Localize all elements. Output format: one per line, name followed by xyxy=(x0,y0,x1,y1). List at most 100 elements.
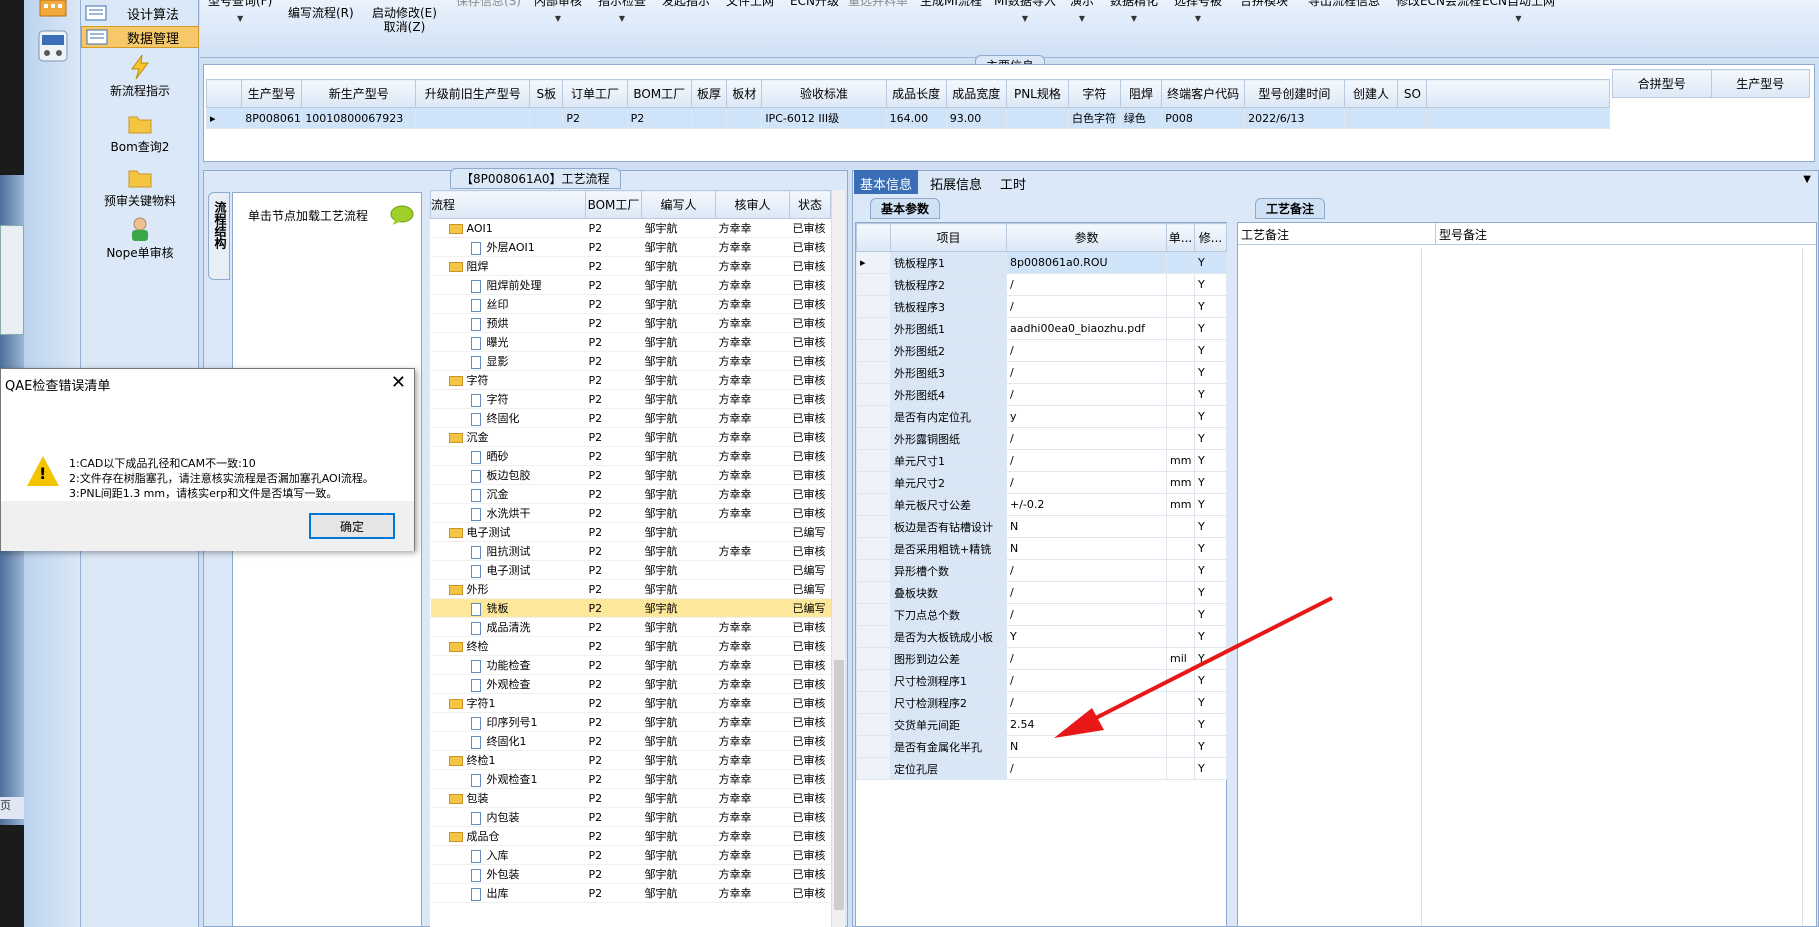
flow-row[interactable]: 预烘 P2 邹宇航 方幸幸 已审核 xyxy=(430,313,831,333)
param-row[interactable]: 是否采用粗铣+精铣 N Y xyxy=(856,537,1227,560)
flow-row[interactable]: 成品清洗 P2 邹宇航 方幸幸 已审核 xyxy=(430,617,831,637)
toolbar-send-instruction[interactable]: 发起指示 xyxy=(662,0,710,8)
folder-icon xyxy=(448,585,463,595)
nav-nope-review[interactable]: Nope单审核 xyxy=(81,216,199,261)
notes-scrollbar-left[interactable] xyxy=(1421,249,1435,926)
flow-row[interactable]: 阻焊 P2 邹宇航 方幸幸 已审核 xyxy=(430,256,831,276)
tab-worktime[interactable]: 工时 xyxy=(994,170,1032,194)
flow-row[interactable]: 阻焊前处理 P2 邹宇航 方幸幸 已审核 xyxy=(430,275,831,295)
tab-basic-info[interactable]: 基本信息 xyxy=(854,170,919,194)
chevron-down-icon[interactable]: ▼ xyxy=(1803,174,1811,185)
close-icon[interactable]: ✕ xyxy=(391,372,406,393)
toolbar-write-flow[interactable]: 编写流程(R) xyxy=(288,6,354,20)
param-row[interactable]: 外形露铜图纸 / Y xyxy=(856,427,1227,450)
flow-row[interactable]: 板边包胶 P2 邹宇航 方幸幸 已审核 xyxy=(430,465,831,485)
document-icon xyxy=(470,849,481,863)
flow-row[interactable]: 曝光 P2 邹宇航 方幸幸 已审核 xyxy=(430,332,831,352)
toolbar-demo[interactable]: 演示 ▼ xyxy=(1070,0,1094,26)
toolbar-save[interactable]: 保存信息(S) xyxy=(456,0,521,8)
flow-row[interactable]: 显影 P2 邹宇航 方幸幸 已审核 xyxy=(430,351,831,371)
param-row[interactable]: ▸ 铣板程序1 8p008061a0.ROU Y xyxy=(856,251,1227,274)
flow-row[interactable]: 外层AOI1 P2 邹宇航 方幸幸 已审核 xyxy=(430,237,831,257)
flow-row[interactable]: 水洗烘干 P2 邹宇航 方幸幸 已审核 xyxy=(430,503,831,523)
flow-row[interactable]: 印序列号1 P2 邹宇航 方幸幸 已审核 xyxy=(430,712,831,732)
toolbar-export-flow[interactable]: 导出流程信息 xyxy=(1308,0,1380,8)
desktop-window-button[interactable] xyxy=(0,225,24,335)
param-row[interactable]: 外形图纸4/Y xyxy=(856,383,1227,406)
param-row[interactable]: 是否有内定位孔 y Y xyxy=(856,405,1227,428)
toolbar-merge-module[interactable]: 合拼模块 xyxy=(1240,0,1288,8)
param-row[interactable]: 板边是否有钻槽设计 N Y xyxy=(856,515,1227,538)
param-row[interactable]: 外形图纸2/Y xyxy=(856,339,1227,362)
toolbar-reselect-bom[interactable]: 重选并料单 xyxy=(848,0,908,8)
flow-row[interactable]: 字符 P2 邹宇航 方幸幸 已审核 xyxy=(430,389,831,409)
flow-scrollbar[interactable] xyxy=(831,190,845,927)
toolbar-select-number[interactable]: 选择号被 ▼ xyxy=(1174,0,1222,26)
toolbar-modify-ecn[interactable]: 修改ECN会流程 xyxy=(1396,0,1481,8)
param-row[interactable]: 单元板尺寸公差 +/-0.2 mm Y xyxy=(856,493,1227,516)
flow-row[interactable]: 终检1 P2 邹宇航 方幸幸 已审核 xyxy=(430,750,831,770)
toolbar-start-modify[interactable]: 启动修改(E) 取消(Z) xyxy=(372,6,437,34)
flow-row[interactable]: 包装 P2 邹宇航 方幸幸 已审核 xyxy=(430,788,831,808)
flow-row[interactable]: 入库 P2 邹宇航 方幸幸 已审核 xyxy=(430,845,831,865)
param-row[interactable]: 外形图纸3/Y xyxy=(856,361,1227,384)
desktop-bottom-tab[interactable]: 页 xyxy=(0,797,24,819)
flow-row[interactable]: 终固化 P2 邹宇航 方幸幸 已审核 xyxy=(430,408,831,428)
flow-row[interactable]: 铣板 P2 邹宇航 已编写 xyxy=(430,598,831,618)
flow-row[interactable]: AOI1 P2 邹宇航 方幸幸 已审核 xyxy=(430,218,831,238)
calendar-icon[interactable] xyxy=(38,0,68,18)
flow-row[interactable]: 晒砂 P2 邹宇航 方幸幸 已审核 xyxy=(430,446,831,466)
device-icon[interactable] xyxy=(38,30,68,62)
document-icon xyxy=(470,716,481,730)
nav-data-mgmt[interactable]: 数据管理 xyxy=(81,26,199,48)
flow-row[interactable]: 电子测试 P2 邹宇航 已编写 xyxy=(430,522,831,542)
flow-row[interactable]: 字符 P2 邹宇航 方幸幸 已审核 xyxy=(430,370,831,390)
flow-row[interactable]: 出库 P2 邹宇航 方幸幸 已审核 xyxy=(430,883,831,903)
toolbar-ecn-auto-online[interactable]: ECN自动上网 ▼ xyxy=(1482,0,1555,26)
flow-row[interactable]: 阻抗测试 P2 邹宇航 方幸幸 已审核 xyxy=(430,541,831,561)
subtab-process-notes[interactable]: 工艺备注 xyxy=(1255,198,1326,219)
tab-extended-info[interactable]: 拓展信息 xyxy=(924,170,988,194)
ok-button[interactable]: 确定 xyxy=(309,513,395,539)
toolbar-file-online[interactable]: 文件上网 xyxy=(726,0,774,8)
flow-row[interactable]: 功能检查 P2 邹宇航 方幸幸 已审核 xyxy=(430,655,831,675)
list-icon xyxy=(85,5,107,21)
flow-row[interactable]: 沉金 P2 邹宇航 方幸幸 已审核 xyxy=(430,484,831,504)
notes-scrollbar-right[interactable] xyxy=(1802,249,1816,926)
flow-row[interactable]: 外包装 P2 邹宇航 方幸幸 已审核 xyxy=(430,864,831,884)
param-row[interactable]: 铣板程序3/Y xyxy=(856,295,1227,318)
toolbar-model-query[interactable]: 型号查询(F) ▼ xyxy=(208,0,272,26)
param-row[interactable]: 铣板程序2/Y xyxy=(856,273,1227,296)
flow-row[interactable]: 终检 P2 邹宇航 方幸幸 已审核 xyxy=(430,636,831,656)
toolbar-ecn-upgrade[interactable]: ECN升级 xyxy=(790,0,839,8)
flow-row[interactable]: 成品仓 P2 邹宇航 方幸幸 已审核 xyxy=(430,826,831,846)
main-info-row[interactable]: ▸8P008061A010010800067923P2P2IPC-6012 II… xyxy=(205,107,1610,129)
param-row[interactable]: 单元尺寸1/mm Y xyxy=(856,449,1227,472)
nav-new-flow[interactable]: 新流程指示 xyxy=(81,54,199,99)
flow-row[interactable]: 外形 P2 邹宇航 已编写 xyxy=(430,579,831,599)
flow-row[interactable]: 电子测试 P2 邹宇航 已编写 xyxy=(430,560,831,580)
toolbar-data-refine[interactable]: 数据精化 ▼ xyxy=(1110,0,1158,26)
flow-row[interactable]: 外观检查 P2 邹宇航 方幸幸 已审核 xyxy=(430,674,831,694)
flow-row[interactable]: 终固化1 P2 邹宇航 方幸幸 已审核 xyxy=(430,731,831,751)
nav-design-algo[interactable]: 设计算法 xyxy=(81,2,199,24)
toolbar-instruction-check[interactable]: 指示检查 ▼ xyxy=(598,0,646,26)
flow-row[interactable]: 丝印 P2 邹宇航 方幸幸 已审核 xyxy=(430,294,831,314)
flow-structure-tab[interactable]: 流程结构 xyxy=(208,192,230,280)
param-row[interactable]: 异形槽个数 / Y xyxy=(856,559,1227,582)
toolbar-mi-import[interactable]: MI数据导入 ▼ xyxy=(994,0,1056,26)
param-row[interactable]: 外形图纸1 aadhi00ea0_biaozhu.pdf Y xyxy=(856,317,1227,340)
nav-bom-query[interactable]: Bom查询2 xyxy=(81,110,199,155)
toolbar-internal-review[interactable]: 内部审核 ▼ xyxy=(534,0,582,26)
param-row[interactable]: 单元尺寸2/mm Y xyxy=(856,471,1227,494)
folder-icon xyxy=(128,116,152,134)
flow-row[interactable]: 内包装 P2 邹宇航 方幸幸 已审核 xyxy=(430,807,831,827)
flow-row[interactable]: 外观检查1 P2 邹宇航 方幸幸 已审核 xyxy=(430,769,831,789)
toolbar-generate-mi[interactable]: 生成MI流程 xyxy=(920,0,982,8)
flow-row[interactable]: 字符1 P2 邹宇航 方幸幸 已审核 xyxy=(430,693,831,713)
subtab-basic-params[interactable]: 基本参数 xyxy=(870,198,941,219)
flow-row[interactable]: 沉金 P2 邹宇航 方幸幸 已审核 xyxy=(430,427,831,447)
param-row[interactable]: 定位孔层 / Y xyxy=(856,757,1227,780)
flow-scroll-thumb[interactable] xyxy=(834,660,844,910)
nav-prereview-material[interactable]: 预审关键物料 xyxy=(81,164,199,209)
